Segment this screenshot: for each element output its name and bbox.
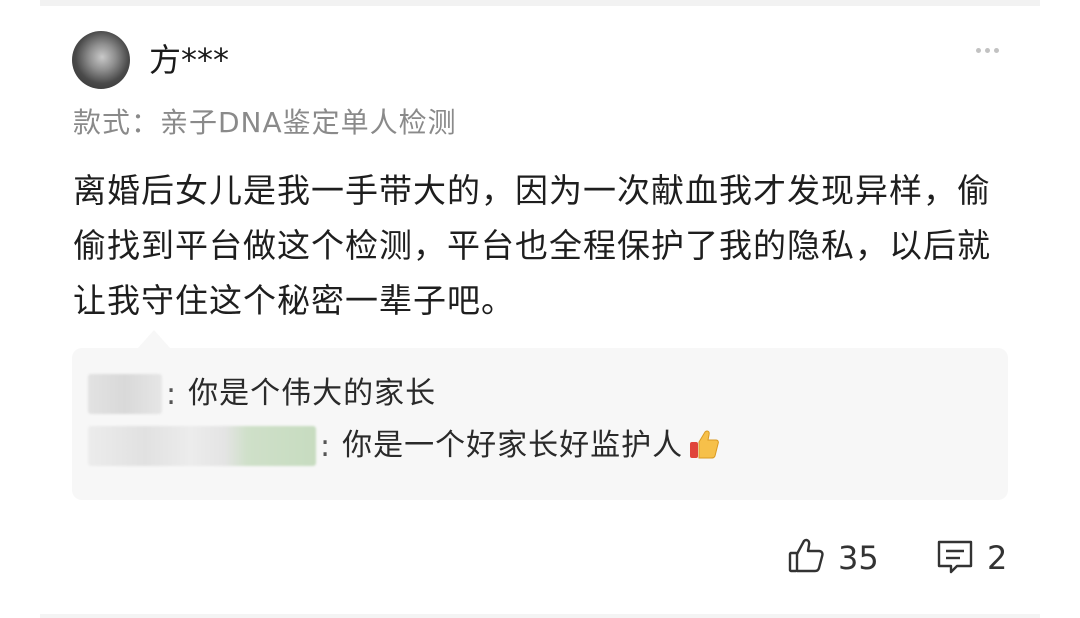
like-count: 35 (838, 539, 879, 577)
review-text: 离婚后女儿是我一手带大的，因为一次献血我才发现异样，偷偷找到平台做这个检测，平台… (73, 171, 991, 320)
more-dots-icon[interactable] (976, 48, 999, 53)
blurred-username (88, 426, 316, 466)
reply-list: : 你是个伟大的家长 : 你是一个好家长好监护人 (72, 348, 1008, 500)
like-button[interactable]: 35 (786, 536, 879, 580)
reply-pointer (138, 330, 170, 348)
bottom-divider (40, 614, 1040, 618)
reply-item[interactable]: : 你是一个好家长好监护人 (88, 426, 721, 466)
avatar[interactable] (72, 31, 130, 89)
product-variant: 款式：亲子DNA鉴定单人检测 (73, 106, 457, 139)
comment-count: 2 (987, 539, 1008, 577)
reply-text: 你是一个好家长好监护人 (342, 428, 684, 463)
thumbs-up-emoji-icon (687, 427, 721, 465)
comment-button[interactable]: 2 (935, 536, 1007, 580)
reply-separator: : (320, 428, 331, 464)
blurred-username (88, 374, 162, 414)
reply-separator: : (166, 376, 177, 412)
thumbs-up-icon (786, 536, 826, 580)
top-divider (40, 0, 1040, 6)
reply-text: 你是个伟大的家长 (188, 376, 437, 411)
reply-item[interactable]: : 你是个伟大的家长 (88, 374, 436, 414)
comment-icon (935, 536, 975, 580)
username: 方*** (149, 41, 230, 79)
